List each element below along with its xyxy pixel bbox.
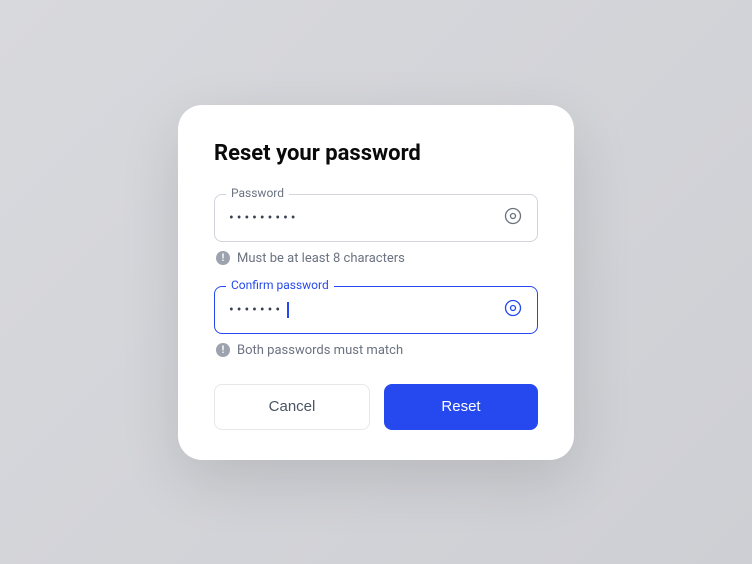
cancel-button[interactable]: Cancel (214, 384, 370, 430)
password-field-wrapper: Password ••••••••• (214, 194, 538, 242)
confirm-label: Confirm password (226, 278, 334, 292)
reset-password-card: Reset your password Password ••••••••• !… (178, 105, 574, 460)
confirm-value: ••••••• (229, 302, 503, 318)
confirm-hint: ! Both passwords must match (214, 343, 538, 358)
page-title: Reset your password (214, 141, 538, 166)
info-icon: ! (216, 251, 230, 265)
info-icon: ! (216, 343, 230, 357)
reset-button[interactable]: Reset (384, 384, 538, 430)
text-cursor (287, 302, 289, 318)
password-label: Password (226, 186, 289, 200)
password-hint-text: Must be at least 8 characters (237, 251, 405, 266)
confirm-hint-text: Both passwords must match (237, 343, 403, 358)
password-input[interactable]: ••••••••• (214, 194, 538, 242)
eye-icon[interactable] (503, 298, 523, 322)
password-hint: ! Must be at least 8 characters (214, 251, 538, 266)
button-row: Cancel Reset (214, 384, 538, 430)
confirm-password-input[interactable]: ••••••• (214, 286, 538, 334)
eye-icon[interactable] (503, 206, 523, 230)
confirm-field-wrapper: Confirm password ••••••• (214, 286, 538, 334)
password-value: ••••••••• (229, 210, 503, 226)
